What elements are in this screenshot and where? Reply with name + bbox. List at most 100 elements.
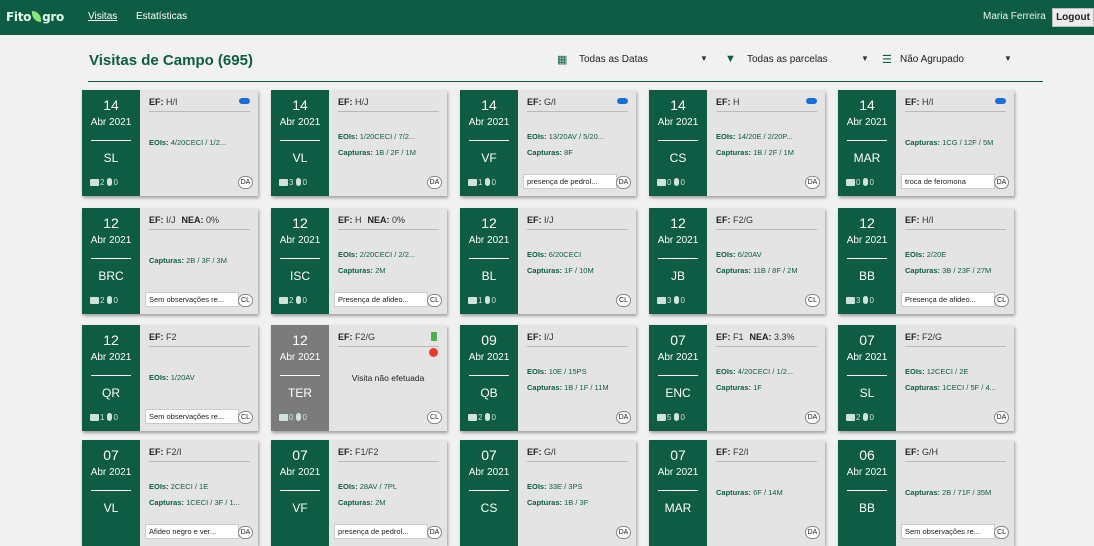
visit-month: Abr 2021 bbox=[90, 117, 132, 128]
parcel-code: SL bbox=[103, 151, 119, 165]
visit-card[interactable]: 07 Abr 2021 ENC 5 0 EF: F1 NEA: 3.3% EOIs: 4/20… bbox=[649, 325, 825, 431]
technician-badge[interactable]: CL bbox=[238, 411, 253, 424]
observation-field[interactable]: presença de pedrol... bbox=[523, 174, 617, 189]
visit-card-body: EF: H EOIs: 14/20E / 2/20P... Capturas: 1B… bbox=[707, 90, 825, 196]
eois-line: EOIs: 2/20E bbox=[905, 250, 947, 259]
technician-badge[interactable]: DA bbox=[994, 411, 1009, 424]
visit-card[interactable]: 07 Abr 2021 SL 2 0 EF: F2/G EOIs: 12CECI / 2E C… bbox=[838, 325, 1014, 431]
audio-count: 0 bbox=[869, 296, 874, 305]
visit-card[interactable]: 14 Abr 2021 VL 3 0 EF: H/J EOIs: 1/20CECI / 7/… bbox=[271, 90, 447, 196]
visit-card-body: EF: H/I EOIs: 2/20E Capturas: 3B / 23F / 2… bbox=[896, 208, 1014, 314]
technician-badge[interactable]: DA bbox=[805, 411, 820, 424]
capturas-line: Capturas: 1CECI / 3F / 1... bbox=[149, 498, 240, 507]
visit-card[interactable]: 12 Abr 2021 BL 1 0 EF: I/J EOIs: 6/20CECI Captu… bbox=[460, 208, 636, 314]
eois-line: EOIs: 2/20CECI / 2/2... bbox=[338, 250, 416, 259]
technician-badge[interactable]: CL bbox=[805, 294, 820, 307]
visit-month: Abr 2021 bbox=[279, 352, 321, 363]
observation-field[interactable]: Sem observações re... bbox=[901, 524, 995, 539]
eois-line: EOIs: 6/20AV bbox=[716, 250, 762, 259]
capturas-line: Capturas: 1CECI / 5F / 4... bbox=[905, 383, 996, 392]
divider bbox=[527, 229, 628, 230]
visit-card-date-panel: 12 Abr 2021 BB 3 0 bbox=[838, 208, 896, 314]
technician-badge[interactable]: DA bbox=[805, 526, 820, 539]
visit-month: Abr 2021 bbox=[468, 352, 510, 363]
visit-card[interactable]: 07 Abr 2021 VF EF: F1/F2 EOIs: 28AV / 7PL Cap… bbox=[271, 440, 447, 546]
nav-estatisticas[interactable]: Estatísticas bbox=[136, 11, 187, 22]
technician-badge[interactable]: CL bbox=[616, 294, 631, 307]
nav-visitas[interactable]: Visitas bbox=[88, 11, 117, 22]
media-counts: 00 bbox=[279, 413, 307, 422]
technician-badge[interactable]: CL bbox=[994, 526, 1009, 539]
visit-card[interactable]: 07 Abr 2021 CS EF: G/I EOIs: 33E / 3PS Captur… bbox=[460, 440, 636, 546]
technician-badge[interactable]: DA bbox=[994, 176, 1009, 189]
technician-badge[interactable]: DA bbox=[616, 526, 631, 539]
visit-card[interactable]: 12 Abr 2021 QR 1 0 EF: F2 EOIs: 1/20AV Sem obse… bbox=[82, 325, 258, 431]
technician-badge[interactable]: CL bbox=[427, 411, 442, 424]
divider bbox=[469, 258, 509, 259]
technician-badge[interactable]: DA bbox=[805, 176, 820, 189]
observation-field[interactable]: troca de feromona bbox=[901, 174, 995, 189]
page-header: Visitas de Campo (695) ▦ Todas as Datas … bbox=[88, 36, 1043, 82]
observation-field[interactable]: Presença de afideo... bbox=[901, 292, 995, 307]
visit-card[interactable]: 14 Abr 2021 SL 2 0 EF: H/I EOIs: 4/20CECI / 1/… bbox=[82, 90, 258, 196]
capturas-line: Capturas: 2M bbox=[338, 498, 386, 507]
visit-card[interactable]: 12 Abr 2021 BRC 2 0 EF: I/J NEA: 0% Capturas: 2… bbox=[82, 208, 258, 314]
microphone-icon bbox=[107, 296, 113, 304]
media-counts: 20 bbox=[279, 296, 307, 305]
photo-count: 1 bbox=[478, 296, 483, 305]
visit-card-date-panel: 12 Abr 2021 TER 0 0 bbox=[271, 325, 329, 431]
visit-card-body: EF: F2/G Visita não efetuada CL bbox=[329, 325, 447, 431]
visit-month: Abr 2021 bbox=[846, 117, 888, 128]
visit-card[interactable]: 12 Abr 2021 JB 3 0 EF: F2/G EOIs: 6/20AV Captur… bbox=[649, 208, 825, 314]
technician-badge[interactable]: DA bbox=[616, 411, 631, 424]
camera-icon bbox=[279, 179, 288, 186]
technician-badge[interactable]: CL bbox=[238, 294, 253, 307]
visit-card-body: EF: H/J EOIs: 1/20CECI / 7/2... Capturas: … bbox=[329, 90, 447, 196]
app-logo[interactable]: Fito gro bbox=[6, 10, 66, 26]
visit-card[interactable]: 12 Abr 2021 TER 0 0 EF: F2/G Visita não efetua… bbox=[271, 325, 447, 431]
visit-card-body: EF: I/J EOIs: 6/20CECI Capturas: 1F / 10M C… bbox=[518, 208, 636, 314]
divider bbox=[847, 258, 887, 259]
visit-month: Abr 2021 bbox=[468, 117, 510, 128]
observation-field[interactable]: presença de pedrol... bbox=[334, 524, 428, 539]
visit-card-date-panel: 14 Abr 2021 CS 0 0 bbox=[649, 90, 707, 196]
visit-card[interactable]: 14 Abr 2021 VF 1 0 EF: G/I EOIs: 13/20AV / 5/2… bbox=[460, 90, 636, 196]
visit-card[interactable]: 07 Abr 2021 VL EF: F2/I EOIs: 2CECI / 1E Capt… bbox=[82, 440, 258, 546]
visit-month: Abr 2021 bbox=[657, 235, 699, 246]
media-counts: 00 bbox=[846, 178, 874, 187]
visit-card-body: EF: G/I EOIs: 13/20AV / 5/20... Capturas: … bbox=[518, 90, 636, 196]
visit-card[interactable]: 12 Abr 2021 BB 3 0 EF: H/I EOIs: 2/20E Capturas… bbox=[838, 208, 1014, 314]
technician-badge[interactable]: DA bbox=[238, 176, 253, 189]
media-counts: 20 bbox=[90, 178, 118, 187]
technician-badge[interactable]: DA bbox=[238, 526, 253, 539]
divider bbox=[91, 490, 131, 491]
observation-field[interactable]: Sem observações re... bbox=[145, 292, 239, 307]
technician-badge[interactable]: DA bbox=[616, 176, 631, 189]
technician-badge[interactable]: DA bbox=[427, 176, 442, 189]
visit-card-date-panel: 14 Abr 2021 VF 1 0 bbox=[460, 90, 518, 196]
visit-month: Abr 2021 bbox=[657, 467, 699, 478]
technician-badge[interactable]: CL bbox=[994, 294, 1009, 307]
technician-badge[interactable]: CL bbox=[427, 294, 442, 307]
observation-field[interactable]: Presença de afideo... bbox=[334, 292, 428, 307]
calendar-icon: ▦ bbox=[557, 54, 568, 66]
parcel-code: BRC bbox=[98, 269, 124, 283]
parcel-code: MAR bbox=[853, 151, 881, 165]
visit-card[interactable]: 06 Abr 2021 BB EF: G/H Capturas: 2B / 71F / … bbox=[838, 440, 1014, 546]
parcel-code: BB bbox=[858, 269, 875, 283]
visit-card[interactable]: 09 Abr 2021 QB 2 0 EF: I/J EOIs: 10E / 15PS Cap… bbox=[460, 325, 636, 431]
photo-count: 0 bbox=[667, 178, 672, 187]
logout-button[interactable]: Logout bbox=[1052, 8, 1094, 27]
eois-line: EOIs: 1/20AV bbox=[149, 373, 195, 382]
observation-field[interactable]: Sem observações re... bbox=[145, 409, 239, 424]
observation-field[interactable]: Afideo negro e ver... bbox=[145, 524, 239, 539]
visit-card[interactable]: 07 Abr 2021 MAR EF: F2/I Capturas: 6F / 14M D… bbox=[649, 440, 825, 546]
visit-month: Abr 2021 bbox=[90, 235, 132, 246]
visit-card[interactable]: 14 Abr 2021 CS 0 0 EF: H EOIs: 14/20E / 2/20P.… bbox=[649, 90, 825, 196]
visit-card[interactable]: 14 Abr 2021 MAR 0 0 EF: H/I Capturas: 1CG / 12… bbox=[838, 90, 1014, 196]
media-counts: 10 bbox=[90, 413, 118, 422]
camera-icon bbox=[846, 414, 855, 421]
visit-card[interactable]: 12 Abr 2021 ISC 2 0 EF: H NEA: 0% EOIs: 2/20CEC… bbox=[271, 208, 447, 314]
technician-badge[interactable]: DA bbox=[427, 526, 442, 539]
visit-card-body: EF: H/I Capturas: 1CG / 12F / 5M troca de … bbox=[896, 90, 1014, 196]
